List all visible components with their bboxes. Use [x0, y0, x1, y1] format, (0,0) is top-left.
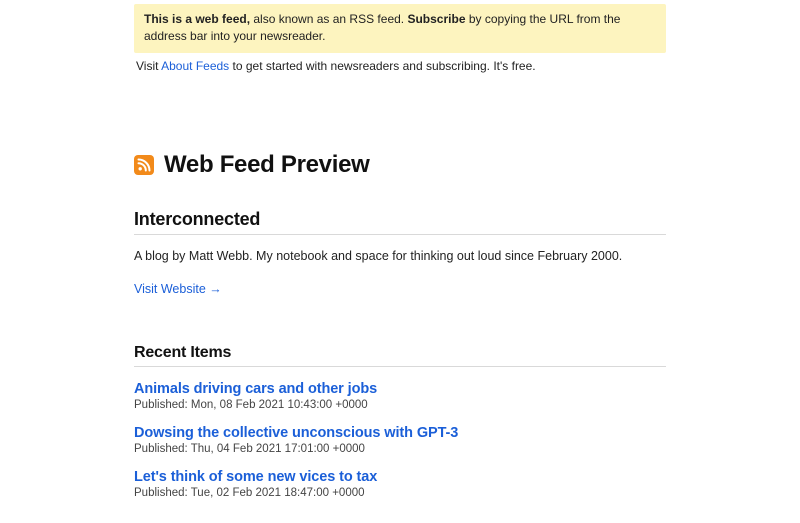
- visit-pre: Visit: [136, 59, 161, 73]
- published-label: Published:: [134, 487, 191, 499]
- recent-items-list: Animals driving cars and other jobs Publi…: [134, 381, 666, 499]
- feed-item: Let's think of some new vices to tax Publ…: [134, 469, 666, 499]
- feed-notice: This is a web feed, also known as an RSS…: [134, 4, 666, 53]
- rss-icon: [134, 155, 154, 175]
- notice-mid: also known as an RSS feed.: [250, 12, 407, 26]
- feed-item-title-link[interactable]: Let's think of some new vices to tax: [134, 469, 666, 485]
- recent-items-heading: Recent Items: [134, 344, 666, 367]
- feed-item: Dowsing the collective unconscious with …: [134, 425, 666, 455]
- published-value: Tue, 02 Feb 2021 18:47:00 +0000: [191, 487, 365, 499]
- feed-item-published: Published: Tue, 02 Feb 2021 18:47:00 +00…: [134, 487, 666, 499]
- published-label: Published:: [134, 443, 191, 455]
- feed-item-title-link[interactable]: Animals driving cars and other jobs: [134, 381, 666, 397]
- visit-website-link[interactable]: Visit Website →: [134, 282, 222, 296]
- published-label: Published:: [134, 399, 191, 411]
- page-title: Web Feed Preview: [164, 151, 370, 179]
- about-feeds-line: Visit About Feeds to get started with ne…: [134, 53, 666, 73]
- published-value: Mon, 08 Feb 2021 10:43:00 +0000: [191, 399, 368, 411]
- feed-description: A blog by Matt Webb. My notebook and spa…: [134, 249, 666, 263]
- preview-heading-row: Web Feed Preview: [134, 151, 666, 179]
- notice-subscribe: Subscribe: [407, 12, 465, 26]
- feed-item-published: Published: Thu, 04 Feb 2021 17:01:00 +00…: [134, 443, 666, 455]
- feed-item: Animals driving cars and other jobs Publi…: [134, 381, 666, 411]
- visit-post: to get started with newsreaders and subs…: [229, 59, 535, 73]
- published-value: Thu, 04 Feb 2021 17:01:00 +0000: [191, 443, 365, 455]
- feed-item-title-link[interactable]: Dowsing the collective unconscious with …: [134, 425, 666, 441]
- notice-lead: This is a web feed,: [144, 12, 250, 26]
- feed-item-published: Published: Mon, 08 Feb 2021 10:43:00 +00…: [134, 399, 666, 411]
- about-feeds-link[interactable]: About Feeds: [161, 59, 229, 73]
- feed-title: Interconnected: [134, 209, 666, 235]
